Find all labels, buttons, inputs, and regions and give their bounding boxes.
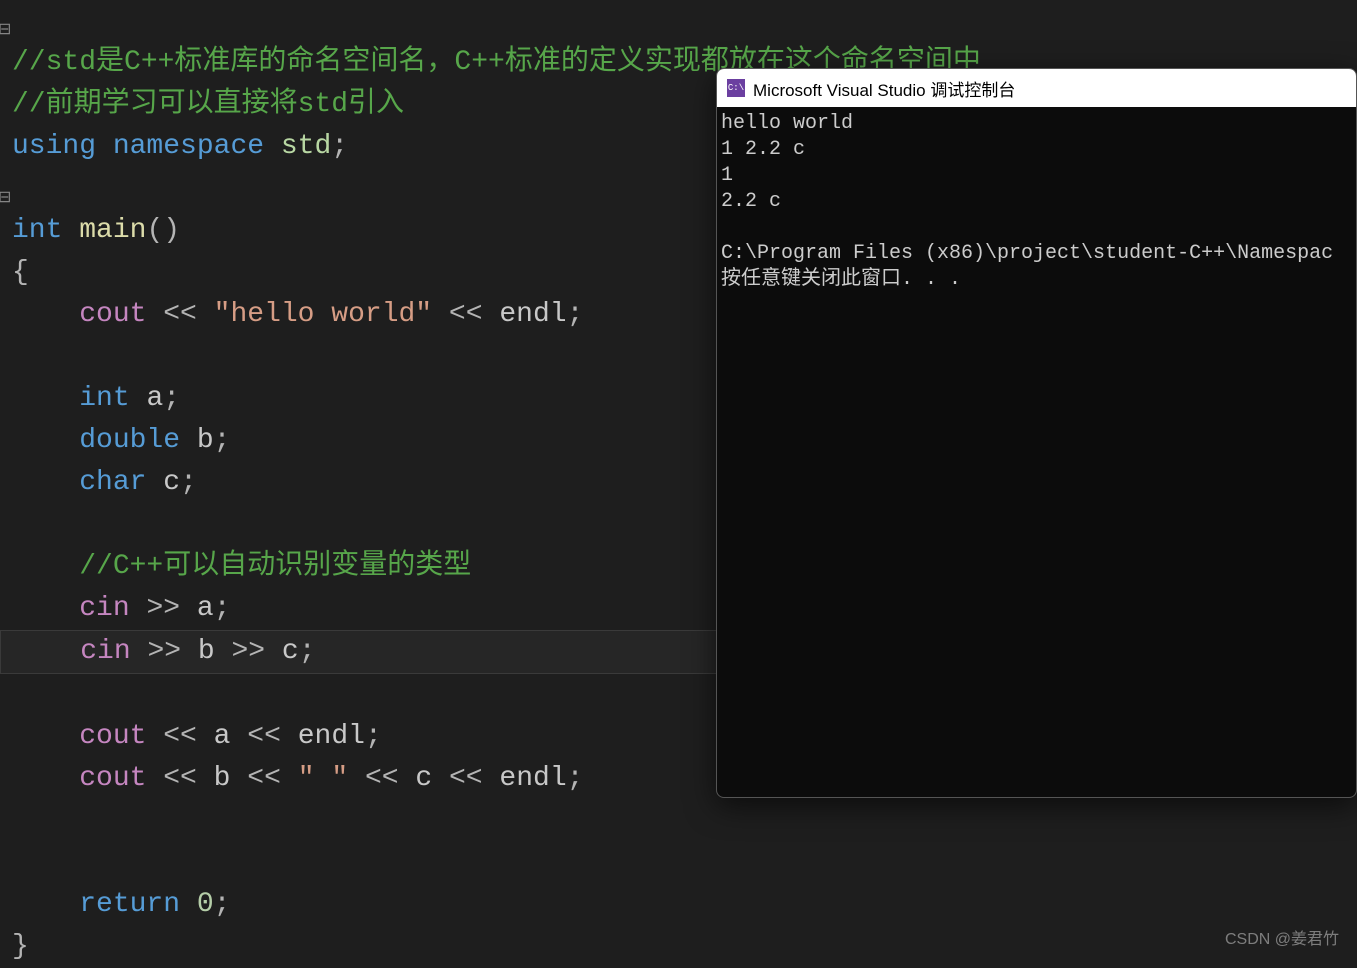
kw-namespace: namespace (113, 131, 264, 162)
ident-std: std (281, 131, 331, 162)
console-title: Microsoft Visual Studio 调试控制台 (753, 76, 1015, 101)
console-titlebar[interactable]: C:\ Microsoft Visual Studio 调试控制台 (717, 69, 1356, 107)
console-output[interactable]: hello world 1 2.2 c 1 2.2 c C:\Program F… (717, 107, 1356, 297)
code-comment: //前期学习可以直接将std引入 (12, 89, 404, 120)
console-line: 2.2 c (721, 190, 781, 213)
fold-marker-icon[interactable]: ⊟ (0, 177, 11, 219)
brace-close: } (12, 931, 29, 962)
console-window[interactable]: C:\ Microsoft Visual Studio 调试控制台 hello … (716, 68, 1357, 798)
func-main: main (79, 215, 146, 246)
watermark: CSDN @姜君竹 (1225, 925, 1339, 949)
string-literal: "hello world" (214, 299, 432, 330)
kw-using: using (12, 131, 96, 162)
code-comment: //C++可以自动识别变量的类型 (79, 551, 471, 582)
ident-cout: cout (79, 299, 146, 330)
console-line: 按任意键关闭此窗口. . . (721, 268, 961, 291)
kw-return: return (79, 889, 180, 920)
console-line: hello world (721, 112, 853, 135)
ident-cin: cin (79, 593, 129, 624)
vs-console-icon: C:\ (727, 79, 745, 97)
fold-marker-icon[interactable]: ⊟ (0, 9, 11, 51)
kw-int: int (12, 215, 62, 246)
console-line: 1 2.2 c (721, 138, 805, 161)
console-line: C:\Program Files (x86)\project\student-C… (721, 242, 1333, 265)
console-line: 1 (721, 164, 733, 187)
brace-open: { (12, 257, 29, 288)
